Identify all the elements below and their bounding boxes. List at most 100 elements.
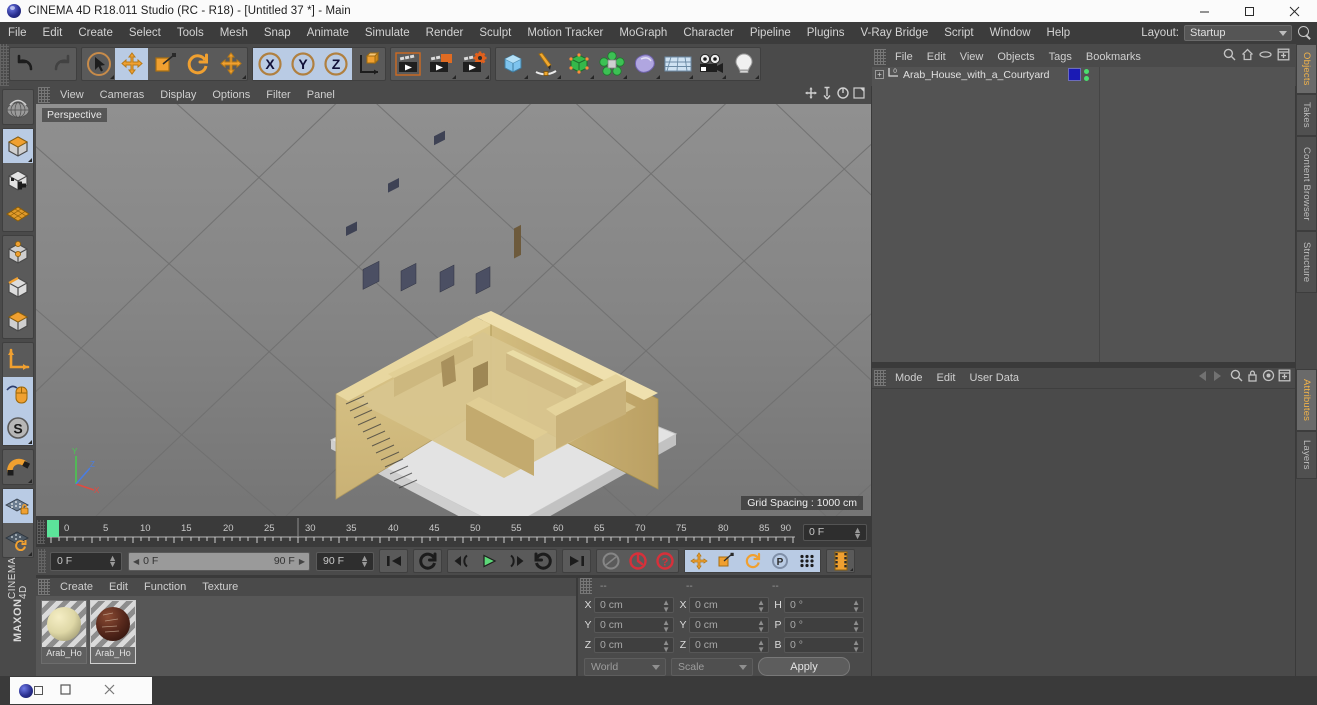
coord-input-pos-x[interactable]: 0 cm ▲ ▼ xyxy=(594,596,674,613)
viewport-menu-display[interactable]: Display xyxy=(152,86,204,104)
material-menu-create[interactable]: Create xyxy=(52,578,101,596)
minimize-icon[interactable] xyxy=(1182,0,1227,22)
material-list[interactable]: Arab_Ho Arab_Ho xyxy=(36,596,576,676)
maximize-window-icon[interactable] xyxy=(43,683,87,698)
object-menu-objects[interactable]: Objects xyxy=(990,47,1041,67)
keyframe-selection-icon[interactable]: ? xyxy=(651,550,678,572)
axis-z-icon[interactable]: Z xyxy=(319,48,352,80)
workplane-lock-icon[interactable] xyxy=(3,489,33,523)
render-visibility-dot[interactable] xyxy=(1084,75,1089,81)
object-axis-icon[interactable] xyxy=(3,343,33,377)
menu-item-select[interactable]: Select xyxy=(121,22,169,44)
timeline-playhead[interactable] xyxy=(47,520,59,537)
menu-item-snap[interactable]: Snap xyxy=(256,22,299,44)
search-icon[interactable] xyxy=(1230,369,1243,387)
object-menu-view[interactable]: View xyxy=(953,47,991,67)
tab-attributes[interactable]: Attributes xyxy=(1296,369,1317,431)
autokey-icon[interactable] xyxy=(624,550,651,572)
parameter-p-key-icon[interactable]: P xyxy=(766,550,793,572)
menu-item-render[interactable]: Render xyxy=(418,22,472,44)
render-view-icon[interactable] xyxy=(391,48,424,80)
position-key-icon[interactable] xyxy=(685,550,712,572)
menu-item-pipeline[interactable]: Pipeline xyxy=(742,22,799,44)
taskbar-window-button[interactable] xyxy=(10,677,152,704)
menu-item-plugins[interactable]: Plugins xyxy=(799,22,853,44)
menu-item-vray-bridge[interactable]: V-Ray Bridge xyxy=(852,22,936,44)
object-tag-column[interactable] xyxy=(1100,67,1295,362)
playbar-drag-handle[interactable] xyxy=(38,549,46,573)
coord-input-rot-p[interactable]: 0 ° ▲ ▼ xyxy=(784,616,864,633)
rotate-tool-icon[interactable] xyxy=(181,48,214,80)
attribute-manager-content[interactable] xyxy=(872,388,1295,676)
maximize-viewport-icon[interactable] xyxy=(852,86,866,105)
stepper-icon[interactable]: ▲ ▼ xyxy=(108,553,117,568)
maximize-icon[interactable] xyxy=(1227,0,1272,22)
menu-item-animate[interactable]: Animate xyxy=(299,22,357,44)
close-icon[interactable] xyxy=(1272,0,1317,22)
rotate-viewport-icon[interactable] xyxy=(836,86,850,105)
scene-object-icon[interactable] xyxy=(628,48,661,80)
menu-item-tools[interactable]: Tools xyxy=(169,22,212,44)
tab-takes[interactable]: Takes xyxy=(1296,94,1317,136)
stepper-icon[interactable]: ▲ ▼ xyxy=(852,618,860,633)
object-menu-edit[interactable]: Edit xyxy=(920,47,953,67)
editor-visibility-dot[interactable] xyxy=(1084,68,1089,74)
timeline-ticks[interactable]: 0 5 10 15 20 25 30 35 40 45 50 55 60 65 70 75 80 85 … xyxy=(47,518,797,546)
scale-tool-icon[interactable] xyxy=(148,48,181,80)
toolbar-drag-handle[interactable] xyxy=(0,44,9,86)
restore-window-icon[interactable] xyxy=(34,686,43,695)
range-left-arrow-icon[interactable]: ◀ xyxy=(133,557,139,566)
scale-key-icon[interactable] xyxy=(712,550,739,572)
viewport-menu-options[interactable]: Options xyxy=(204,86,258,104)
point-mode-icon[interactable] xyxy=(3,236,33,270)
axis-x-icon[interactable]: X xyxy=(253,48,286,80)
end-frame-field[interactable]: 90 F ▲ ▼ xyxy=(316,551,374,571)
material-item[interactable]: Arab_Ho xyxy=(90,600,136,664)
coord-input-pos-y[interactable]: 0 cm ▲ ▼ xyxy=(594,616,674,633)
stepper-icon[interactable]: ▲ ▼ xyxy=(757,598,765,613)
material-menu-edit[interactable]: Edit xyxy=(101,578,136,596)
perspective-viewport[interactable]: Y X Z View Cameras Display Options Filte… xyxy=(36,86,871,516)
stepper-icon[interactable]: ▲ ▼ xyxy=(853,525,862,540)
tab-objects[interactable]: Objects xyxy=(1296,44,1317,94)
edge-mode-icon[interactable] xyxy=(3,270,33,304)
viewport-menu-panel[interactable]: Panel xyxy=(299,86,343,104)
stepper-icon[interactable]: ▲ ▼ xyxy=(662,598,670,613)
home-icon[interactable] xyxy=(1241,48,1254,66)
menu-item-file[interactable]: File xyxy=(0,22,35,44)
deformer-icon[interactable] xyxy=(595,48,628,80)
material-manager-drag-handle[interactable] xyxy=(38,579,50,595)
stepper-icon[interactable]: ▲ ▼ xyxy=(757,618,765,633)
object-tree-column[interactable]: + 0 Arab_House_with_a_Courtyard xyxy=(872,67,1100,362)
menu-item-motion-tracker[interactable]: Motion Tracker xyxy=(519,22,611,44)
cube-primitive-icon[interactable] xyxy=(496,48,529,80)
apply-button[interactable]: Apply xyxy=(758,657,850,676)
play-icon[interactable] xyxy=(475,550,502,572)
magnet-snap-icon[interactable] xyxy=(3,450,33,484)
target-icon[interactable] xyxy=(1262,369,1275,387)
menu-item-window[interactable]: Window xyxy=(982,22,1039,44)
live-selection-icon[interactable] xyxy=(82,48,115,80)
history-back-icon[interactable] xyxy=(1193,369,1227,388)
coordinate-system-dropdown[interactable]: World xyxy=(584,657,666,676)
preview-range-slider[interactable]: ◀ 0 F 90 F ▶ xyxy=(128,551,310,571)
lock-icon[interactable] xyxy=(1246,369,1259,387)
object-row[interactable]: + 0 Arab_House_with_a_Courtyard xyxy=(872,67,1099,82)
coordinate-mode-dropdown[interactable]: Scale xyxy=(671,657,753,676)
stepper-icon[interactable]: ▲ ▼ xyxy=(852,638,860,653)
camera-icon[interactable] xyxy=(694,48,727,80)
loop-playback-icon[interactable] xyxy=(414,550,441,572)
object-menu-tags[interactable]: Tags xyxy=(1042,47,1079,67)
menu-item-simulate[interactable]: Simulate xyxy=(357,22,418,44)
generator-nurbs-icon[interactable] xyxy=(562,48,595,80)
attribute-menu-mode[interactable]: Mode xyxy=(888,368,930,388)
coord-input-rot-h[interactable]: 0 ° ▲ ▼ xyxy=(784,596,864,613)
axis-y-icon[interactable]: Y xyxy=(286,48,319,80)
light-bulb-icon[interactable] xyxy=(727,48,760,80)
coordinates-drag-handle[interactable] xyxy=(580,578,592,594)
timeline-ruler[interactable]: 0 5 10 15 20 25 30 35 40 45 50 55 60 65 70 75 80 85 … xyxy=(36,518,871,546)
viewport-menu-view[interactable]: View xyxy=(52,86,92,104)
attribute-menu-edit[interactable]: Edit xyxy=(930,368,963,388)
material-menu-function[interactable]: Function xyxy=(136,578,194,596)
stepper-icon[interactable]: ▲ ▼ xyxy=(360,553,369,568)
